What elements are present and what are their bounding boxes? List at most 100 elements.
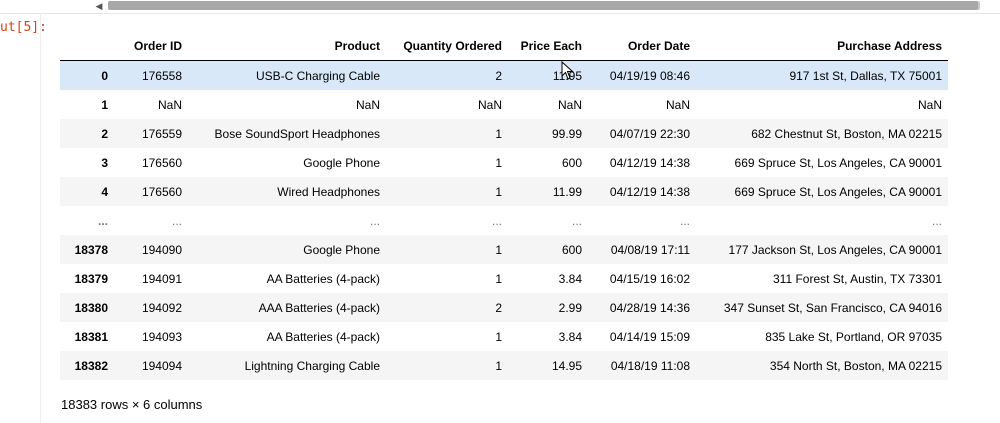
cell-product: AA Batteries (4-pack): [266, 329, 380, 344]
cell-product: AA Batteries (4-pack): [266, 271, 380, 286]
cell-address: 347 Sunset St, San Francisco, CA 94016: [723, 300, 942, 315]
cell-quantity: 2: [495, 300, 502, 315]
column-header-order-id: Order ID: [114, 31, 188, 61]
cell-order-id: 194092: [141, 300, 182, 315]
table-row: 18378 194090 Google Phone 1 600 04/08/19 17:1…: [60, 235, 948, 264]
cell-order-id: 194094: [141, 358, 182, 373]
cell-product: AAA Batteries (4-pack): [258, 300, 380, 315]
cell-order-date: 04/28/19 14:36: [609, 300, 690, 315]
cell-product: Google Phone: [303, 242, 380, 257]
table-row: 18379 194091 AA Batteries (4-pack) 1 3.84 04/…: [60, 264, 948, 293]
scroll-thumb[interactable]: [108, 1, 978, 10]
cell-price: NaN: [557, 97, 582, 112]
cell-order-date: 04/15/19 16:02: [609, 271, 690, 286]
table-row: 18382 194094 Lightning Charging Cable 1 14.9…: [60, 351, 948, 380]
cell-product: Bose SoundSport Headphones: [214, 126, 380, 141]
table-row: 4 176560 Wired Headphones 1 11.99 04/12/19 14…: [60, 177, 948, 206]
table-row: 1 NaN NaN NaN NaN NaN NaN: [60, 90, 948, 119]
cell-quantity: NaN: [477, 97, 502, 112]
cell-product: Wired Headphones: [277, 184, 380, 199]
cell-quantity: 1: [495, 126, 502, 141]
row-index: ...: [97, 213, 108, 228]
cell-product: USB-C Charging Cable: [255, 68, 380, 83]
cell-order-date: 04/18/19 11:08: [610, 358, 690, 373]
cell-price: 3.84: [558, 271, 582, 286]
cell-order-id: 176560: [141, 155, 182, 170]
row-index: 3: [101, 155, 108, 170]
table-row: 0 176558 USB-C Charging Cable 2 11.95 04/19/1…: [60, 60, 948, 91]
cell-address: 835 Lake St, Portland, OR 97035: [765, 329, 942, 344]
cell-quantity: 1: [495, 358, 502, 373]
table-row: 3 176560 Google Phone 1 600 04/12/19 14:38 669…: [60, 148, 948, 177]
cell-order-id: NaN: [157, 97, 182, 112]
column-header-address: Purchase Address: [696, 31, 948, 61]
cell-address: ...: [931, 213, 942, 228]
table-row: 18380 194092 AAA Batteries (4-pack) 2 2.99 04…: [60, 293, 948, 322]
cell-address: 682 Chestnut St, Boston, MA 02215: [751, 126, 942, 141]
row-index: 4: [101, 184, 108, 199]
cell-quantity: 1: [495, 329, 502, 344]
cell-address: 669 Spruce St, Los Angeles, CA 90001: [734, 184, 942, 199]
cell-order-date: 04/08/19 17:11: [610, 242, 690, 257]
cell-order-date: 04/14/19 15:09: [609, 329, 690, 344]
cell-divider: [40, 13, 41, 423]
cell-product: NaN: [355, 97, 380, 112]
cell-address: 669 Spruce St, Los Angeles, CA 90001: [734, 155, 942, 170]
cell-quantity: 1: [495, 184, 502, 199]
cell-price: 14.95: [551, 358, 582, 373]
cell-price: 600: [561, 242, 582, 257]
row-index: 18380: [74, 300, 108, 315]
cell-order-id: 194090: [141, 242, 182, 257]
cell-price: 3.84: [558, 329, 582, 344]
cell-price: 11.99: [552, 184, 582, 199]
index-header: [60, 31, 114, 61]
cell-price: ...: [571, 213, 582, 228]
cell-address: 917 1st St, Dallas, TX 75001: [789, 68, 942, 83]
cell-price: 600: [561, 155, 582, 170]
column-header-order-date: Order Date: [588, 31, 696, 61]
cell-order-date: 04/19/19 08:46: [609, 68, 690, 83]
cell-order-date: ...: [679, 213, 690, 228]
dataframe-table: Order ID Product Quantity Ordered Price …: [60, 31, 948, 380]
table-row: 18381 194093 AA Batteries (4-pack) 1 3.84 04/…: [60, 322, 948, 351]
cell-address: 311 Forest St, Austin, TX 73301: [773, 271, 942, 286]
horizontal-scrollbar[interactable]: ◀: [0, 0, 1000, 14]
header-row: Order ID Product Quantity Ordered Price …: [60, 31, 948, 61]
cell-order-id: ...: [171, 213, 182, 228]
row-index: 18381: [74, 329, 108, 344]
row-index: 18382: [74, 358, 108, 373]
cell-order-id: 176558: [141, 68, 182, 83]
cell-order-date: NaN: [665, 97, 690, 112]
column-header-quantity: Quantity Ordered: [386, 31, 508, 61]
column-header-price: Price Each: [508, 31, 588, 61]
cell-order-date: 04/12/19 14:38: [609, 155, 690, 170]
cell-order-id: 194091: [141, 271, 182, 286]
cell-quantity: ...: [491, 213, 502, 228]
cell-address: 177 Jackson St, Los Angeles, CA 90001: [728, 242, 942, 257]
cell-order-date: 04/07/19 22:30: [609, 126, 690, 141]
cell-order-id: 194093: [141, 329, 182, 344]
cell-order-id: 176559: [141, 126, 182, 141]
cell-address: 354 North St, Boston, MA 02215: [769, 358, 942, 373]
mouse-cursor-icon: [561, 61, 574, 80]
table-row: .....................: [60, 206, 948, 235]
cell-product: Google Phone: [303, 155, 380, 170]
column-header-product: Product: [188, 31, 386, 61]
cell-product: ...: [369, 213, 380, 228]
scroll-left-arrow-icon[interactable]: ◀: [92, 0, 106, 12]
cell-order-id: 176560: [141, 184, 182, 199]
row-index: 2: [101, 126, 108, 141]
cell-quantity: 2: [495, 68, 502, 83]
cell-order-date: 04/12/19 14:38: [609, 184, 690, 199]
cell-price: 2.99: [558, 300, 582, 315]
row-index: 18378: [74, 242, 108, 257]
cell-address: NaN: [917, 97, 942, 112]
table-body: 0 176558 USB-C Charging Cable 2 11.95 04/19/1…: [60, 60, 948, 380]
row-index: 18379: [74, 271, 108, 286]
cell-product: Lightning Charging Cable: [244, 358, 380, 373]
cell-quantity: 1: [495, 271, 502, 286]
cell-quantity: 1: [495, 242, 502, 257]
row-index: 1: [101, 97, 108, 112]
cell-price: 11.95: [508, 61, 588, 91]
row-index: 0: [101, 68, 108, 83]
